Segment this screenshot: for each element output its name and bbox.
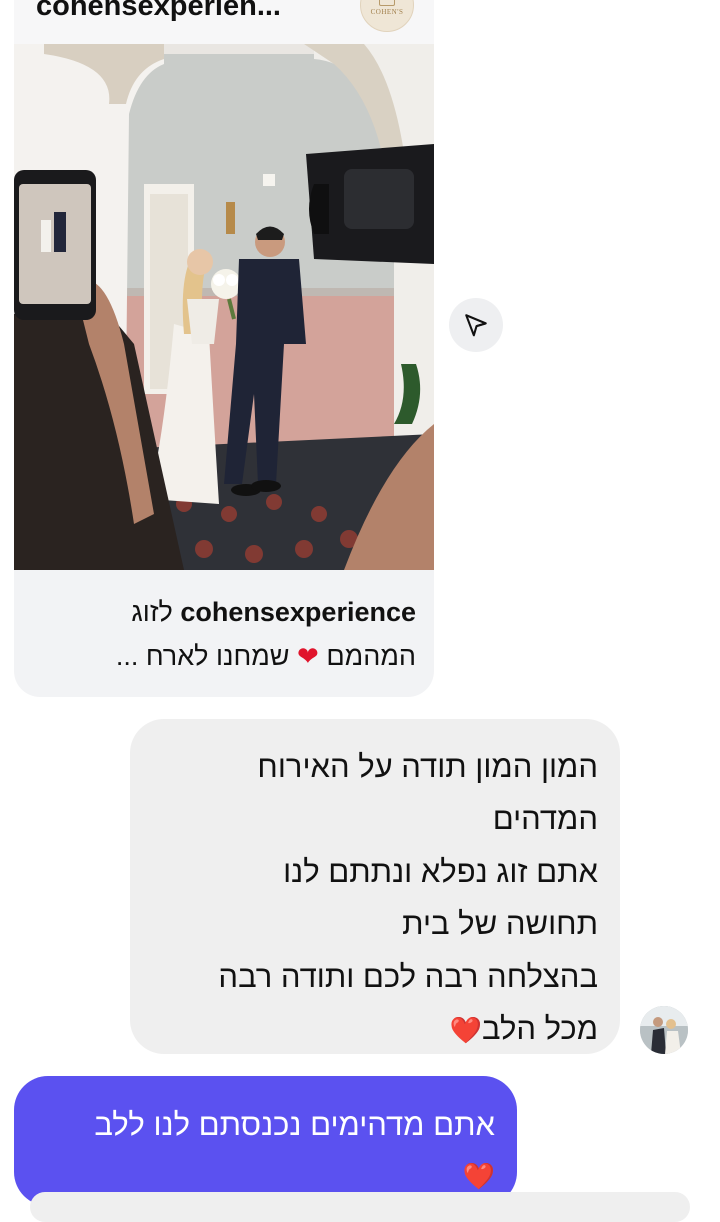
caption-text-part3: שמחנו לארח ...: [115, 641, 290, 671]
paper-plane-icon: [465, 314, 487, 337]
post-photo[interactable]: [14, 44, 434, 570]
post-account-avatar[interactable]: COHEN'S: [360, 0, 414, 32]
caption-text-part1: לזוג: [131, 597, 173, 627]
heart-icon: ❤️: [449, 1015, 483, 1046]
message-line-last: מכל הלב❤️: [156, 1003, 598, 1056]
sender-avatar[interactable]: [640, 1006, 688, 1054]
post-caption: cohensexperience לזוג המהמם ❤ שמחנו לארח…: [36, 590, 416, 678]
message-line: אתם זוג נפלא ונתתם לנו: [283, 853, 598, 889]
shared-post-card[interactable]: cohensexperien... COHEN'S cohensexperien…: [14, 0, 434, 697]
outgoing-message-bubble[interactable]: אתם מדהימים נכנסתם לנו ללב ❤️: [14, 1076, 517, 1206]
caption-line-2: המהמם ❤ שמחנו לארח ...: [36, 634, 416, 678]
message-line: אתם מדהימים נכנסתם לנו ללב: [94, 1107, 495, 1142]
post-header: cohensexperien... COHEN'S: [14, 0, 434, 44]
avatar-photo-icon: [640, 1006, 688, 1054]
post-username[interactable]: cohensexperien...: [36, 0, 281, 23]
avatar-logo-text: COHEN'S: [370, 8, 404, 16]
caption-line-1: cohensexperience לזוג: [36, 590, 416, 634]
message-line: בהצלחה רבה לכם ותודה רבה: [218, 958, 598, 994]
message-line-text: מכל הלב: [482, 1011, 598, 1047]
wedding-photo-icon: [14, 44, 434, 570]
caption-handle[interactable]: cohensexperience: [180, 597, 416, 627]
next-message-bubble[interactable]: [30, 1192, 690, 1222]
heart-icon: ❤: [297, 641, 319, 671]
logo-icon: [379, 0, 395, 6]
incoming-message-bubble[interactable]: המון המון תודה על האירוח המדהים אתם זוג …: [130, 719, 620, 1054]
heart-icon: ❤️: [462, 1161, 495, 1191]
message-line: המדהים: [492, 801, 598, 837]
caption-text-part2: המהמם: [326, 641, 416, 671]
message-line: תחושה של בית: [402, 906, 598, 942]
share-button[interactable]: [449, 298, 503, 352]
message-line: המון המון תודה על האירוח: [257, 749, 598, 784]
